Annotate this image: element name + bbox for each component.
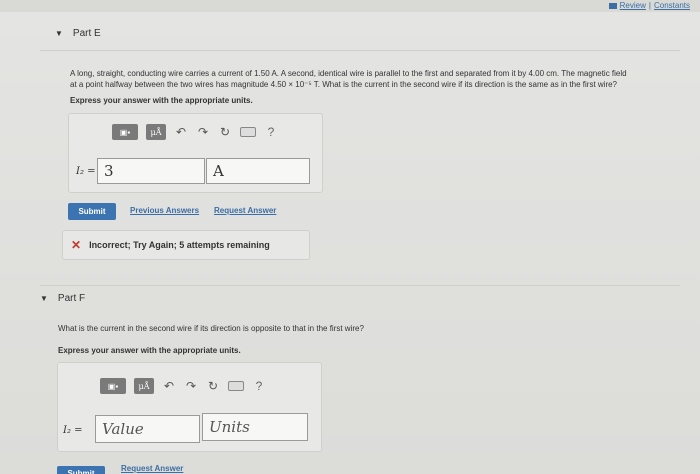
caret-down-icon[interactable]: ▼ <box>40 294 48 303</box>
part-e-question: A long, straight, conducting wire carrie… <box>70 68 700 90</box>
keyboard-icon[interactable] <box>228 381 244 391</box>
feedback-text: Incorrect; Try Again; 5 attempts remaini… <box>89 240 270 250</box>
part-e-units-input[interactable]: A <box>206 158 310 184</box>
redo-icon[interactable]: ↷ <box>184 379 198 393</box>
top-bar <box>0 0 700 12</box>
help-icon[interactable]: ? <box>252 379 266 393</box>
divider <box>40 285 680 286</box>
part-f-request-answer-link[interactable]: Request Answer <box>121 464 183 473</box>
part-f-question: What is the current in the second wire i… <box>58 324 364 333</box>
part-e-value-input[interactable]: 3 <box>97 158 205 184</box>
review-constants-link[interactable]: Review | Constants <box>608 1 690 10</box>
matrix-template-button[interactable]: ▣▪ <box>100 378 126 394</box>
part-f-header[interactable]: ▼ Part F <box>40 293 85 304</box>
feedback-box: ✕ Incorrect; Try Again; 5 attempts remai… <box>62 230 310 260</box>
part-f-title: Part F <box>57 293 86 304</box>
incorrect-icon: ✕ <box>71 238 82 252</box>
part-f-value-input[interactable]: Value <box>95 415 200 443</box>
part-e-question-line1: A long, straight, conducting wire carrie… <box>70 69 627 78</box>
part-f-variable-label: I₂ = <box>63 425 83 436</box>
separator: | <box>648 1 651 10</box>
help-icon[interactable]: ? <box>264 125 278 139</box>
reset-icon[interactable]: ↻ <box>218 125 232 139</box>
part-e-submit-button[interactable]: Submit <box>68 203 116 220</box>
undo-icon[interactable]: ↶ <box>174 125 188 139</box>
part-e-express: Express your answer with the appropriate… <box>70 96 253 105</box>
part-e-variable-label: I₂ = <box>76 166 96 177</box>
units-button[interactable]: μÅ <box>146 124 166 140</box>
part-f-toolbar: ▣▪ μÅ ↶ ↷ ↻ ? <box>100 378 266 394</box>
redo-icon[interactable]: ↷ <box>196 125 210 139</box>
units-button[interactable]: μÅ <box>134 378 154 394</box>
matrix-template-button[interactable]: ▣▪ <box>112 124 138 140</box>
part-f-units-input[interactable]: Units <box>202 413 308 441</box>
part-f-submit-button[interactable]: Submit <box>57 466 105 474</box>
part-e-header[interactable]: ▼ Part E <box>55 28 101 39</box>
part-e-request-answer-link[interactable]: Request Answer <box>214 206 276 215</box>
review-icon <box>608 2 617 9</box>
part-e-title: Part E <box>72 28 101 39</box>
part-f-express: Express your answer with the appropriate… <box>58 346 241 355</box>
constants-label[interactable]: Constants <box>654 1 690 10</box>
keyboard-icon[interactable] <box>240 127 256 137</box>
caret-down-icon[interactable]: ▼ <box>55 29 63 38</box>
undo-icon[interactable]: ↶ <box>162 379 176 393</box>
divider <box>40 50 680 51</box>
previous-answers-link[interactable]: Previous Answers <box>130 206 199 215</box>
part-e-toolbar: ▣▪ μÅ ↶ ↷ ↻ ? <box>112 124 278 140</box>
reset-icon[interactable]: ↻ <box>206 379 220 393</box>
part-e-question-line2: at a point halfway between the two wires… <box>70 80 617 89</box>
review-label[interactable]: Review <box>620 1 646 10</box>
